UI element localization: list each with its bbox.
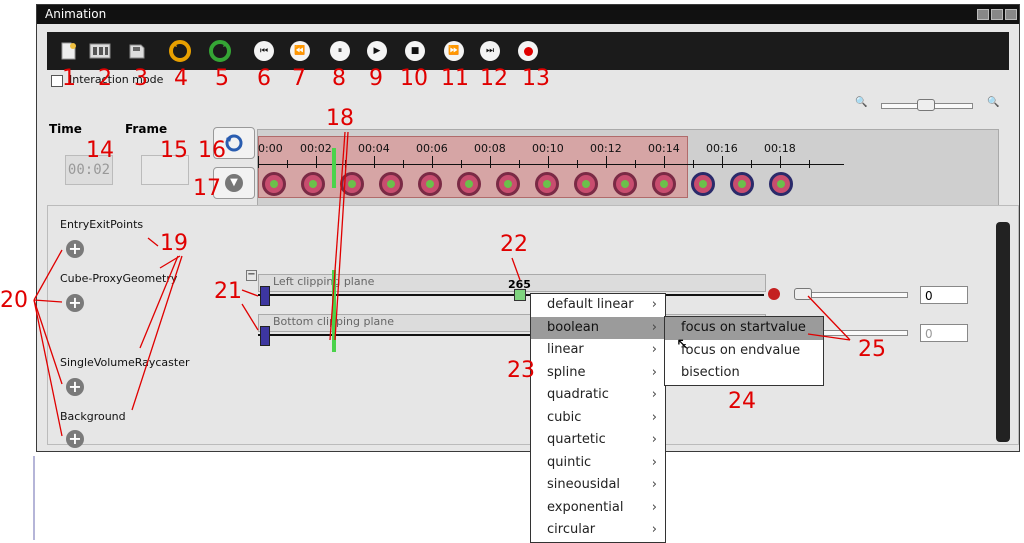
annotation-22: 22	[500, 232, 528, 257]
annotation-5: 5	[215, 66, 229, 91]
annotation-4: 4	[174, 66, 188, 91]
annotation-10: 10	[400, 66, 428, 91]
annotation-9: 9	[369, 66, 383, 91]
annotation-2: 2	[98, 66, 112, 91]
annotation-3: 3	[134, 66, 148, 91]
annotation-lines	[33, 131, 851, 540]
annotation-6: 6	[257, 66, 271, 91]
annotation-12: 12	[480, 66, 508, 91]
annotation-24: 24	[728, 389, 756, 414]
annotation-17: 17	[193, 176, 221, 201]
annotation-25: 25	[858, 337, 886, 362]
annotation-18: 18	[326, 106, 354, 131]
annotation-21: 21	[214, 279, 242, 304]
annotation-8: 8	[332, 66, 346, 91]
annotation-16: 16	[198, 138, 226, 163]
annotation-11: 11	[441, 66, 469, 91]
annotation-20: 20	[0, 288, 28, 313]
annotation-1: 1	[62, 66, 76, 91]
annotation-7: 7	[292, 66, 306, 91]
annotation-14: 14	[86, 138, 114, 163]
annotation-19: 19	[160, 231, 188, 256]
annotation-23: 23	[507, 358, 535, 383]
annotation-15: 15	[160, 138, 188, 163]
annotation-13: 13	[522, 66, 550, 91]
